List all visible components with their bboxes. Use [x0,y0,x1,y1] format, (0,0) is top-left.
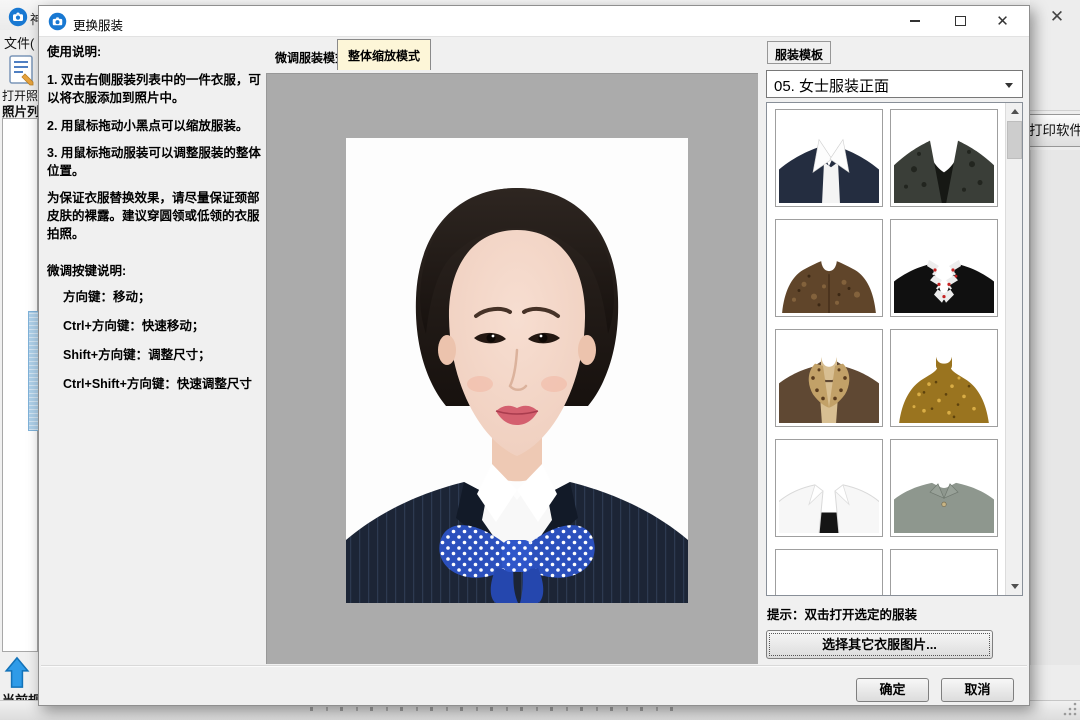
tab-clothing-templates[interactable]: 服装模板 [767,41,831,64]
tab-overall-zoom-mode[interactable]: 整体缩放模式 [337,39,431,70]
maximize-icon [955,16,966,26]
scroll-down-icon[interactable] [1006,578,1023,595]
scrollbar[interactable] [1005,103,1022,595]
clothing-thumbnail-navy-suit-white-collar[interactable] [775,109,883,207]
chevron-down-icon [1005,83,1013,88]
scrollbar-thumb[interactable] [1007,121,1022,159]
clothing-thumbnail-black-top-ruffle-collar[interactable] [890,219,998,317]
choose-other-clothing-button[interactable]: 选择其它衣服图片... [766,630,993,659]
statusbar-clipped-text [310,707,680,711]
clothing-template-list[interactable] [766,102,1023,596]
footer-divider [41,665,1027,667]
clothing-thumbnail-bronze-brocade-top[interactable] [775,219,883,317]
keys-heading: 微调按键说明: [47,262,266,280]
up-arrow-icon[interactable] [4,655,32,691]
scroll-up-icon[interactable] [1006,103,1023,120]
background-right-panel [1030,150,1080,665]
clothing-thumbnail-gray-collared-jacket[interactable] [890,439,998,537]
menu-file[interactable]: 文件( [4,33,34,52]
portrait-photo[interactable] [346,138,688,603]
close-button[interactable]: ✕ [988,10,1017,32]
instruction-item-1: 1. 双击右侧服装列表中的一件衣服，可以将衣服添加到照片中。 [47,71,266,107]
instruction-item-3: 3. 用鼠标拖动服装可以调整服装的整体位置。 [47,144,266,180]
key-hint-3: Shift+方向键：调整尺寸； [63,346,263,364]
dialog-app-icon [48,12,67,31]
clothing-thumbnail-white-jacket-black-top[interactable] [775,439,883,537]
key-hint-1: 方向键：移动； [63,288,263,306]
screen: 神 文件( 打开照 照片列 当前规 ✕ 打印软件 [0,0,1080,720]
dialog-titlebar[interactable] [39,6,1029,37]
dropdown-selected-value: 05. 女士服装正面 [774,75,889,96]
change-clothing-dialog: 更换服装 ✕ 使用说明: 1. 双击右侧服装列表中的一件衣服，可以将衣服添加到照… [38,5,1030,706]
open-photo-icon[interactable] [7,54,37,86]
instruction-item-2: 2. 用鼠标拖动小黑点可以缩放服装。 [47,117,266,135]
resize-grip-icon[interactable] [1062,701,1078,717]
background-right-divider [1030,110,1080,111]
clothing-thumbnail-white-top-partial-2[interactable] [890,549,998,596]
dialog-title: 更换服装 [73,15,123,34]
instructions-heading: 使用说明: [47,43,266,61]
instruction-note: 为保证衣服替换效果，请尽量保证颈部皮肤的裸露。建议穿圆领或低领的衣服拍照。 [47,189,266,243]
background-close-button[interactable]: ✕ [1040,4,1074,30]
key-hint-4: Ctrl+Shift+方向键：快速调整尺寸 [63,375,263,393]
maximize-button[interactable] [946,10,975,32]
key-hint-2: Ctrl+方向键：快速移动； [63,317,263,335]
clothing-thumbnail-white-top-partial[interactable] [775,549,883,596]
minimize-icon [910,20,920,22]
clothing-thumbnail-brown-fur-collar-jacket[interactable] [775,329,883,427]
ok-button[interactable]: 确定 [856,678,929,702]
tip-text: 提示：双击打开选定的服装 [767,604,917,623]
clothing-thumbnail-gold-sequin-turtleneck[interactable] [890,329,998,427]
clothing-thumbnail-dark-patterned-jacket[interactable] [890,109,998,207]
template-category-dropdown[interactable]: 05. 女士服装正面 [766,70,1023,98]
minimize-button[interactable] [900,10,929,32]
cancel-button[interactable]: 取消 [941,678,1014,702]
app-logo-icon [8,7,28,27]
photo-list-panel[interactable] [2,118,38,652]
